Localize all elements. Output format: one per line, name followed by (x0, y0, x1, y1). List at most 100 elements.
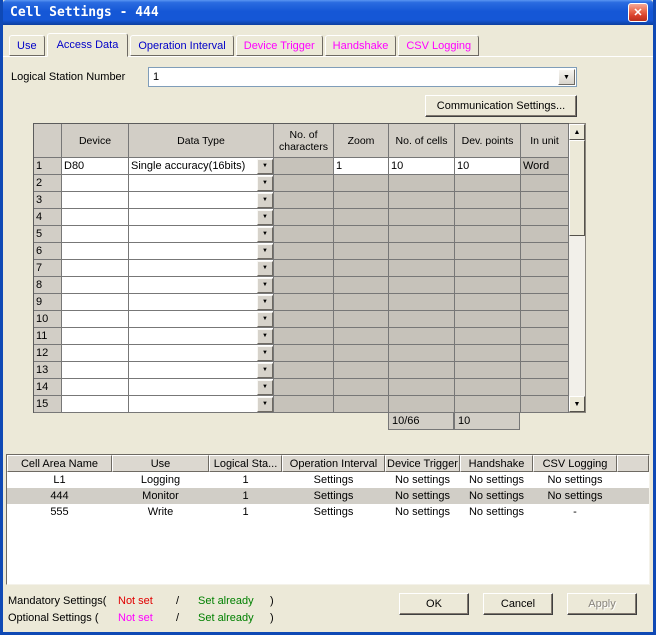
grid-cell-num[interactable]: 9 (34, 294, 62, 311)
list-header-filler (617, 455, 649, 472)
list-row-l1[interactable]: L1Logging1SettingsNo settingsNo settings… (7, 472, 649, 488)
scrollbar-thumb[interactable] (569, 140, 585, 236)
grid-cell-chars (274, 294, 334, 311)
grid-cell-device[interactable] (62, 277, 129, 294)
list-header-csv-logging[interactable]: CSV Logging (533, 455, 617, 472)
scroll-up-icon[interactable]: ▲ (569, 124, 585, 140)
grid-cell-data_type[interactable]: ▼ (129, 362, 274, 379)
grid-cell-device[interactable] (62, 243, 129, 260)
grid-cell-device[interactable] (62, 192, 129, 209)
data-type-dropdown-icon[interactable]: ▼ (257, 261, 273, 276)
list-header-use[interactable]: Use (112, 455, 209, 472)
title-bar[interactable]: Cell Settings - 444 ✕ (3, 0, 653, 25)
cancel-button[interactable]: Cancel (483, 593, 553, 615)
list-header-device-trigger[interactable]: Device Trigger (385, 455, 460, 472)
grid-cell-device[interactable] (62, 226, 129, 243)
tab-device-trigger[interactable]: Device Trigger (236, 35, 323, 56)
logical-station-number-select[interactable]: 1 ▼ (148, 67, 577, 87)
list-header-logical-sta-[interactable]: Logical Sta... (209, 455, 282, 472)
grid-cell-num[interactable]: 11 (34, 328, 62, 345)
grid-cell-data_type[interactable]: ▼ (129, 209, 274, 226)
scroll-down-icon[interactable]: ▼ (569, 396, 585, 412)
grid-cell-points[interactable]: 10 (455, 158, 521, 175)
grid-cell-data_type[interactable]: ▼ (129, 379, 274, 396)
grid-cell-num[interactable]: 12 (34, 345, 62, 362)
grid-cell-data_type[interactable]: ▼ (129, 277, 274, 294)
grid-cell-data_type[interactable]: ▼ (129, 328, 274, 345)
data-type-dropdown-icon[interactable]: ▼ (257, 380, 273, 395)
access-data-grid: Device Data Type No. of characters Zoom … (33, 123, 653, 413)
grid-cell-device[interactable] (62, 328, 129, 345)
grid-totals-row: 10/66 10 (388, 413, 653, 430)
list-row-444[interactable]: 444Monitor1SettingsNo settingsNo setting… (7, 488, 649, 504)
grid-cell-zoom[interactable]: 1 (334, 158, 389, 175)
grid-cell-chars (274, 328, 334, 345)
grid-cell-data_type[interactable]: ▼ (129, 192, 274, 209)
grid-cell-device[interactable] (62, 209, 129, 226)
grid-cell-data_type[interactable]: ▼ (129, 396, 274, 413)
grid-cell-device[interactable] (62, 396, 129, 413)
grid-cell-device[interactable] (62, 175, 129, 192)
grid-cell-device[interactable] (62, 260, 129, 277)
list-header-operation-interval[interactable]: Operation Interval (282, 455, 385, 472)
list-header-cell-area-name[interactable]: Cell Area Name (7, 455, 112, 472)
data-type-dropdown-icon[interactable]: ▼ (257, 329, 273, 344)
grid-cell-num[interactable]: 6 (34, 243, 62, 260)
grid-scrollbar[interactable]: ▲ ▼ (569, 123, 586, 413)
grid-cell-points (455, 260, 521, 277)
list-row-555[interactable]: 555Write1SettingsNo settingsNo settings- (7, 504, 649, 520)
tab-handshake[interactable]: Handshake (325, 35, 397, 56)
scrollbar-track[interactable] (569, 140, 585, 396)
tab-access-data[interactable]: Access Data (47, 33, 129, 57)
data-type-dropdown-icon[interactable]: ▼ (257, 278, 273, 293)
data-type-dropdown-icon[interactable]: ▼ (257, 244, 273, 259)
grid-cell-points (455, 379, 521, 396)
data-type-dropdown-icon[interactable]: ▼ (257, 210, 273, 225)
grid-cell-chars (274, 396, 334, 413)
grid-cell-device[interactable]: D80 (62, 158, 129, 175)
grid-cell-data_type[interactable]: ▼ (129, 311, 274, 328)
grid-cell-device[interactable] (62, 379, 129, 396)
grid-cell-device[interactable] (62, 362, 129, 379)
grid-cell-device[interactable] (62, 311, 129, 328)
grid-cell-num[interactable]: 7 (34, 260, 62, 277)
data-type-dropdown-icon[interactable]: ▼ (257, 227, 273, 242)
communication-settings-button[interactable]: Communication Settings... (425, 95, 577, 117)
chevron-down-icon[interactable]: ▼ (558, 69, 575, 85)
grid-cell-num[interactable]: 15 (34, 396, 62, 413)
grid-cell-num[interactable]: 2 (34, 175, 62, 192)
list-header-handshake[interactable]: Handshake (460, 455, 533, 472)
grid-cell-data_type[interactable]: ▼ (129, 345, 274, 362)
grid-cell-data_type[interactable]: ▼ (129, 243, 274, 260)
grid-cell-num[interactable]: 1 (34, 158, 62, 175)
grid-cell-data_type[interactable]: ▼ (129, 226, 274, 243)
grid-cell-num[interactable]: 3 (34, 192, 62, 209)
comm-row: Communication Settings... (3, 95, 577, 117)
data-type-dropdown-icon[interactable]: ▼ (257, 346, 273, 361)
grid-cell-data_type[interactable]: Single accuracy(16bits)▼ (129, 158, 274, 175)
ok-button[interactable]: OK (399, 593, 469, 615)
data-type-dropdown-icon[interactable]: ▼ (257, 176, 273, 191)
grid-cell-device[interactable] (62, 345, 129, 362)
grid-cell-cells[interactable]: 10 (389, 158, 455, 175)
grid-cell-num[interactable]: 10 (34, 311, 62, 328)
tab-operation-interval[interactable]: Operation Interval (130, 35, 233, 56)
tab-use[interactable]: Use (9, 35, 45, 56)
grid-cell-data_type[interactable]: ▼ (129, 175, 274, 192)
grid-cell-data_type[interactable]: ▼ (129, 294, 274, 311)
close-button[interactable]: ✕ (628, 3, 648, 22)
grid-cell-num[interactable]: 14 (34, 379, 62, 396)
tab-csv-logging[interactable]: CSV Logging (398, 35, 479, 56)
grid-cell-num[interactable]: 5 (34, 226, 62, 243)
grid-cell-num[interactable]: 4 (34, 209, 62, 226)
grid-cell-data_type[interactable]: ▼ (129, 260, 274, 277)
data-type-dropdown-icon[interactable]: ▼ (257, 312, 273, 327)
data-type-dropdown-icon[interactable]: ▼ (257, 397, 273, 412)
grid-cell-num[interactable]: 13 (34, 362, 62, 379)
grid-cell-num[interactable]: 8 (34, 277, 62, 294)
data-type-dropdown-icon[interactable]: ▼ (257, 193, 273, 208)
grid-cell-device[interactable] (62, 294, 129, 311)
data-type-dropdown-icon[interactable]: ▼ (257, 363, 273, 378)
data-type-dropdown-icon[interactable]: ▼ (257, 295, 273, 310)
data-type-dropdown-icon[interactable]: ▼ (257, 159, 273, 174)
